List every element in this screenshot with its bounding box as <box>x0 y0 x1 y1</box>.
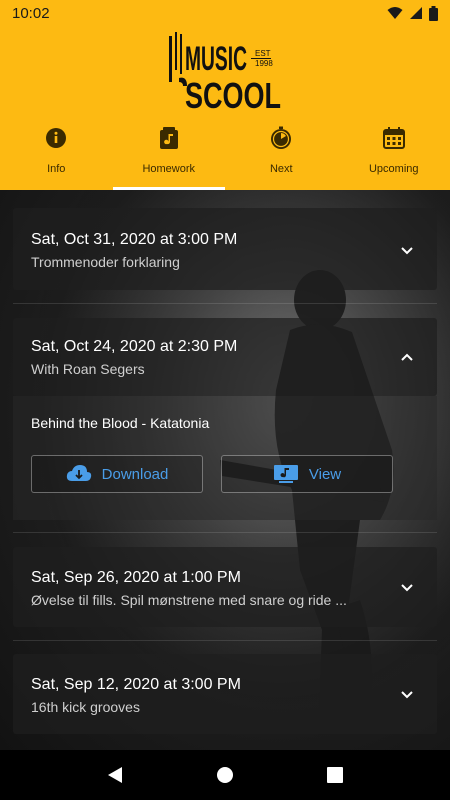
song-title: Behind the Blood - Katatonia <box>31 415 210 431</box>
signal-icon <box>410 7 422 19</box>
tab-info[interactable]: Info <box>0 120 113 190</box>
lesson-date: Sat, Sep 26, 2020 at 1:00 PM <box>31 569 241 586</box>
status-time: 10:02 <box>12 4 50 22</box>
divider <box>13 532 437 533</box>
lesson-details: Behind the Blood - Katatonia Download Vi… <box>13 396 437 520</box>
lesson-card-expanded[interactable]: Sat, Oct 24, 2020 at 2:30 PM With Roan S… <box>13 318 437 396</box>
lesson-card[interactable]: Sat, Sep 26, 2020 at 1:00 PM Øvelse til … <box>13 547 437 627</box>
back-triangle-icon <box>108 767 122 783</box>
back-button[interactable] <box>95 755 135 795</box>
chevron-down-icon[interactable] <box>399 579 415 595</box>
divider <box>13 303 437 304</box>
tab-bar: Info Homework Next Upcoming <box>0 120 450 190</box>
tab-homework[interactable]: Homework <box>112 120 226 190</box>
lesson-date: Sat, Sep 12, 2020 at 3:00 PM <box>31 676 241 693</box>
chevron-down-icon[interactable] <box>399 242 415 258</box>
lesson-date: Sat, Oct 24, 2020 at 2:30 PM <box>31 338 238 355</box>
tab-upcoming-label: Upcoming <box>368 163 419 175</box>
lesson-subtitle: 16th kick grooves <box>31 699 140 715</box>
home-button[interactable] <box>205 755 245 795</box>
download-label: Download <box>101 465 169 483</box>
status-icons <box>387 5 438 21</box>
tab-next-label: Next <box>269 163 293 175</box>
lesson-subtitle: With Roan Segers <box>31 361 145 377</box>
view-button[interactable]: View <box>221 455 393 493</box>
music-note-icon <box>157 126 181 150</box>
music-file-icon <box>273 465 298 483</box>
lesson-subtitle: Øvelse til fills. Spil mønstrene med sna… <box>31 592 347 608</box>
lesson-date: Sat, Oct 31, 2020 at 3:00 PM <box>31 231 238 248</box>
info-icon <box>44 126 68 150</box>
recents-button[interactable] <box>315 755 355 795</box>
cloud-download-icon <box>66 465 91 481</box>
lesson-card[interactable]: Sat, Oct 31, 2020 at 3:00 PM Trommenoder… <box>13 208 437 290</box>
status-bar: 10:02 <box>0 0 450 26</box>
home-circle-icon <box>217 767 233 783</box>
tab-info-label: Info <box>47 163 66 175</box>
music-scool-logo: MUSIC EST 1998 SCOOL <box>169 32 281 112</box>
tab-upcoming[interactable]: Upcoming <box>338 120 450 190</box>
logo-line2: SCOOL <box>185 75 281 112</box>
wifi-icon <box>387 7 403 19</box>
system-nav-bar <box>0 750 450 800</box>
download-button[interactable]: Download <box>31 455 203 493</box>
divider <box>13 640 437 641</box>
logo-year: 1998 <box>255 59 273 68</box>
app-header: MUSIC EST 1998 SCOOL Info Homework Next <box>0 26 450 190</box>
timer-icon <box>269 126 293 150</box>
tab-next[interactable]: Next <box>225 120 338 190</box>
homework-list[interactable]: Sat, Oct 31, 2020 at 3:00 PM Trommenoder… <box>0 190 450 750</box>
logo-line1: MUSIC <box>185 40 247 78</box>
logo-est: EST <box>255 49 271 58</box>
chevron-down-icon[interactable] <box>399 686 415 702</box>
lesson-subtitle: Trommenoder forklaring <box>31 254 180 270</box>
calendar-icon <box>382 126 406 150</box>
lesson-card[interactable]: Sat, Sep 12, 2020 at 3:00 PM 16th kick g… <box>13 654 437 734</box>
recents-square-icon <box>327 767 343 783</box>
view-label: View <box>308 465 342 483</box>
tab-homework-label: Homework <box>142 163 196 175</box>
chevron-up-icon[interactable] <box>399 349 415 365</box>
battery-icon <box>429 5 438 21</box>
